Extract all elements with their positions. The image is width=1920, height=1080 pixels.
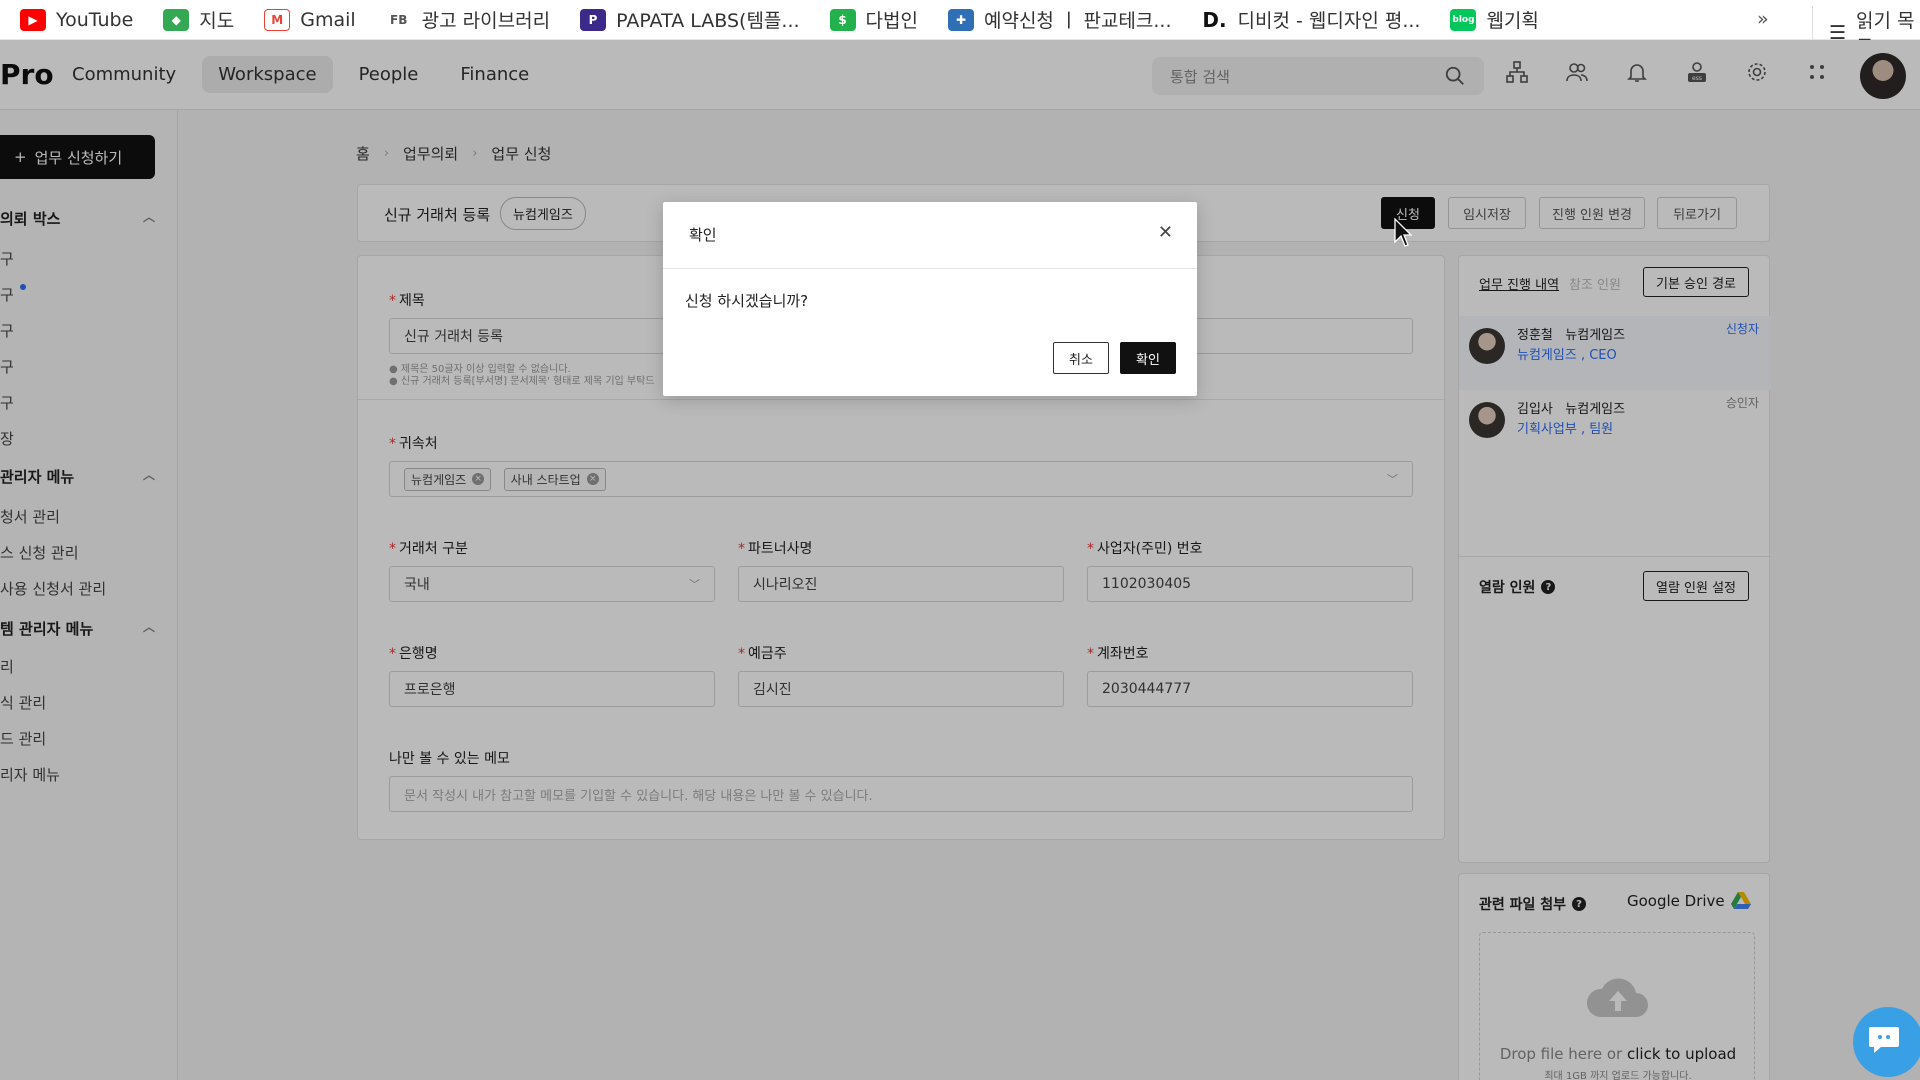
bookmarks-bar: ▶ YouTube ◆ 지도 M Gmail FB 광고 라이브러리 P PAP… (0, 0, 1920, 60)
blog-icon: blog (1450, 8, 1477, 31)
confirm-dialog: 확인 ✕ 신청 하시겠습니까? 취소 확인 (663, 202, 1197, 396)
gmail-icon: M (264, 8, 291, 31)
bookmarks-more-button[interactable]: » (1757, 8, 1769, 30)
youtube-icon: ▶ (20, 8, 46, 31)
dbcut-icon: D. (1201, 7, 1228, 32)
chat-fab-button[interactable] (1853, 1007, 1920, 1077)
dialog-divider (663, 268, 1197, 269)
bookmark-dbcut[interactable]: D. 디비컷 - 웹디자인 평... (1201, 6, 1420, 33)
cancel-button[interactable]: 취소 (1053, 342, 1109, 374)
chat-bubble-icon (1869, 1027, 1899, 1053)
bookmark-gmail[interactable]: M Gmail (264, 8, 356, 31)
bookmark-web-planning[interactable]: blog 웹기획 (1450, 6, 1539, 33)
confirm-button[interactable]: 확인 (1120, 342, 1176, 374)
bookmark-dabeobin[interactable]: $ 다법인 (829, 6, 918, 33)
bookmark-reservation[interactable]: ✚ 예약신청 ㅣ 판교테크... (947, 6, 1172, 33)
modal-backdrop[interactable] (0, 40, 1920, 1080)
dialog-message: 신청 하시겠습니까? (685, 292, 809, 310)
bookmark-youtube[interactable]: ▶ YouTube (20, 8, 133, 31)
fb-icon: FB (385, 8, 412, 31)
bookmark-fb-ads[interactable]: FB 광고 라이브러리 (385, 6, 550, 33)
mouse-cursor-icon (1394, 218, 1412, 247)
bookmark-papata[interactable]: P PAPATA LABS(템플... (580, 6, 800, 33)
close-icon[interactable]: ✕ (1158, 222, 1173, 243)
bookmark-maps[interactable]: ◆ 지도 (163, 6, 234, 33)
dialog-title: 확인 (689, 226, 717, 244)
maps-icon: ◆ (163, 8, 190, 31)
dabeobin-icon: $ (829, 8, 856, 31)
papata-icon: P (580, 8, 607, 31)
reservation-icon: ✚ (947, 8, 974, 31)
